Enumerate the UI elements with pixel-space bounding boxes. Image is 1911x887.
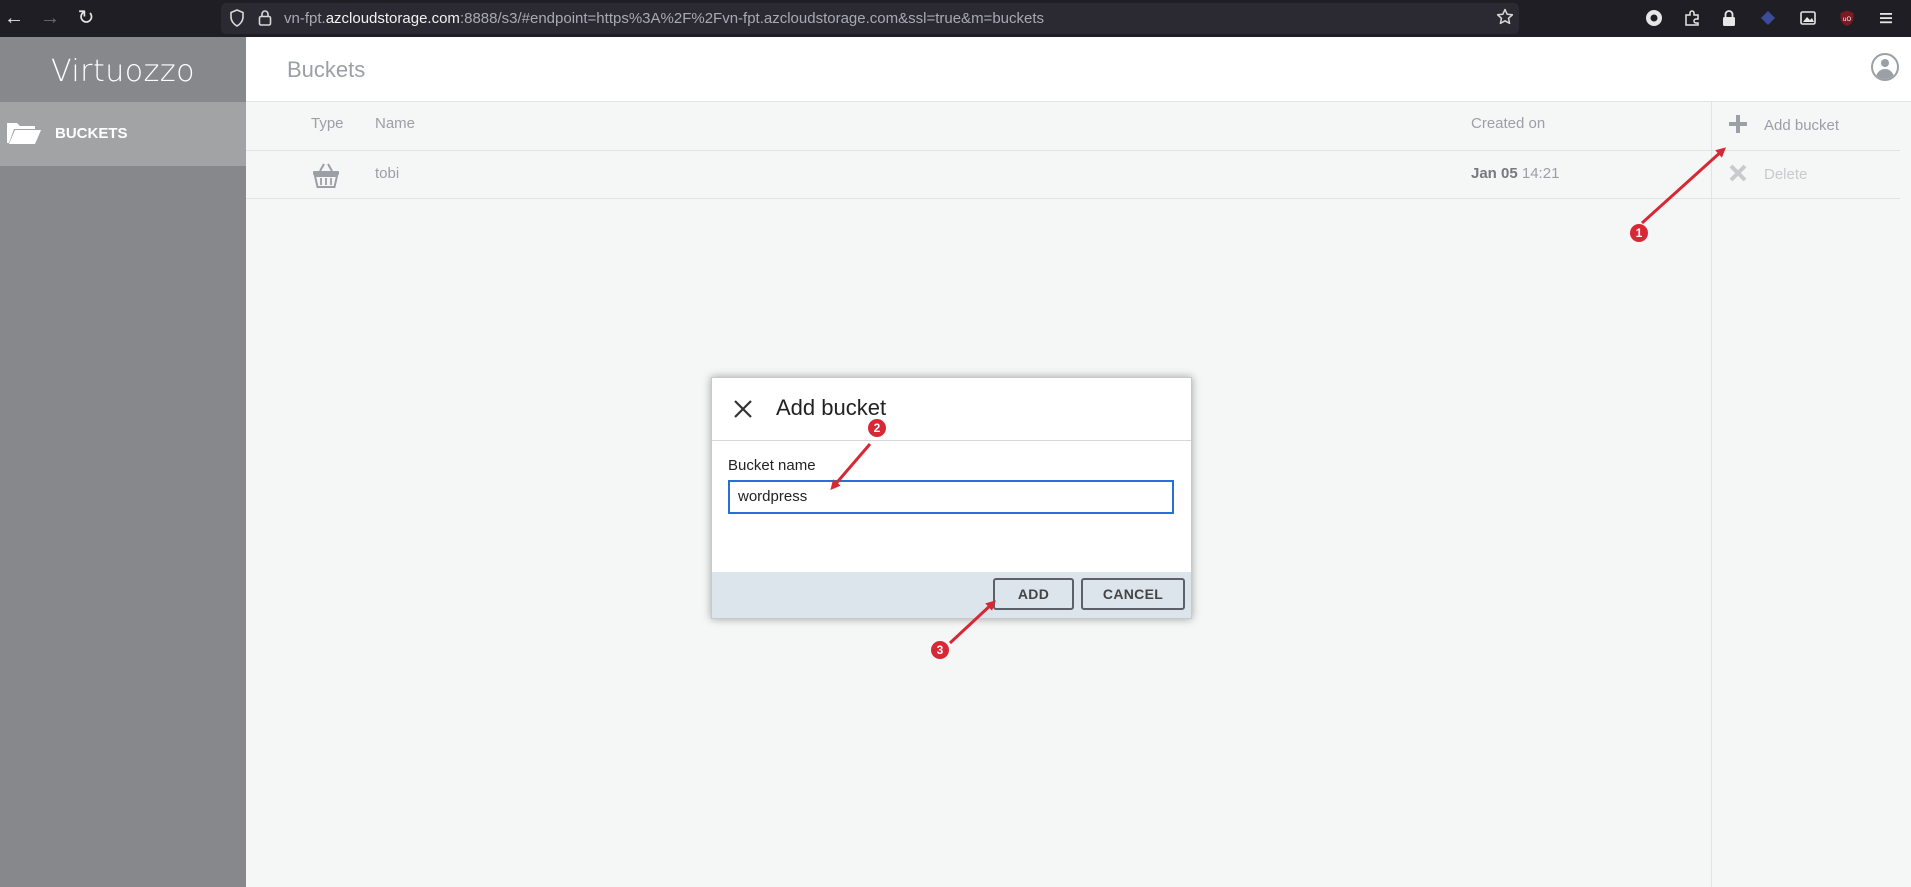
sidebar-item-buckets[interactable]: BUCKETS — [0, 102, 246, 166]
url-text: vn-fpt.azcloudstorage.com:8888/s3/#endpo… — [284, 10, 1045, 27]
delete-label: Delete — [1764, 166, 1808, 183]
dialog-header: Add bucket — [712, 378, 1191, 441]
page-title: Buckets — [287, 57, 366, 82]
x-icon — [1728, 163, 1748, 183]
reload-icon[interactable]: ↻ — [72, 4, 100, 32]
image-extension-icon[interactable] — [1799, 9, 1817, 27]
bucket-name: tobi — [375, 165, 400, 182]
dialog-title: Add bucket — [776, 395, 887, 420]
browser-toolbar: ← → ↻ vn-fpt.azcloudstorage.com:8888/s3/… — [0, 0, 1911, 37]
divider — [246, 198, 1711, 199]
add-bucket-dialog: Add bucket Bucket name wordpress ADD CAN… — [711, 377, 1192, 619]
menu-icon[interactable] — [1877, 9, 1895, 27]
bucket-name-label: Bucket name — [728, 457, 816, 474]
virtuozzo-logo: Virtuozzo — [0, 37, 246, 101]
user-account-icon[interactable] — [1871, 53, 1899, 81]
shield-icon[interactable] — [229, 9, 245, 31]
add-button[interactable]: ADD — [993, 578, 1074, 610]
plus-icon — [1728, 114, 1748, 134]
forward-icon[interactable]: → — [36, 4, 64, 32]
folder-open-icon — [6, 119, 42, 150]
column-header-type[interactable]: Type — [311, 115, 344, 132]
table-row[interactable]: tobi Jan 05 14:21 — [246, 151, 1711, 198]
divider — [1712, 198, 1900, 199]
basket-icon — [312, 162, 340, 193]
svg-text:uO: uO — [1843, 16, 1852, 23]
created-on: Jan 05 14:21 — [1471, 165, 1560, 182]
sidebar-item-label: BUCKETS — [55, 125, 128, 142]
delete-button[interactable]: Delete — [1712, 151, 1900, 199]
annotation-marker-2: 2 — [868, 419, 886, 437]
annotation-marker-1: 1 — [1630, 224, 1648, 242]
ublock-icon[interactable]: uO — [1838, 9, 1856, 27]
column-header-created[interactable]: Created on — [1471, 115, 1545, 132]
annotation-marker-3: 3 — [931, 641, 949, 659]
column-header-name[interactable]: Name — [375, 115, 415, 132]
page-header: Buckets — [246, 37, 1911, 102]
actions-panel — [1711, 102, 1911, 887]
cancel-button[interactable]: CANCEL — [1081, 578, 1185, 610]
address-bar[interactable]: vn-fpt.azcloudstorage.com:8888/s3/#endpo… — [221, 3, 1519, 34]
close-icon[interactable] — [732, 398, 754, 420]
add-bucket-button[interactable]: Add bucket — [1712, 102, 1900, 150]
lock-extension-icon[interactable] — [1720, 9, 1738, 27]
lock-icon[interactable] — [258, 9, 272, 30]
bucket-name-input[interactable]: wordpress — [728, 480, 1174, 514]
puzzle-icon[interactable] — [1683, 9, 1701, 27]
back-icon[interactable]: ← — [0, 4, 28, 32]
diamond-extension-icon[interactable] — [1759, 9, 1777, 27]
extension-circle-icon[interactable] — [1645, 9, 1663, 27]
add-bucket-label: Add bucket — [1764, 117, 1840, 134]
star-icon[interactable] — [1496, 8, 1514, 30]
